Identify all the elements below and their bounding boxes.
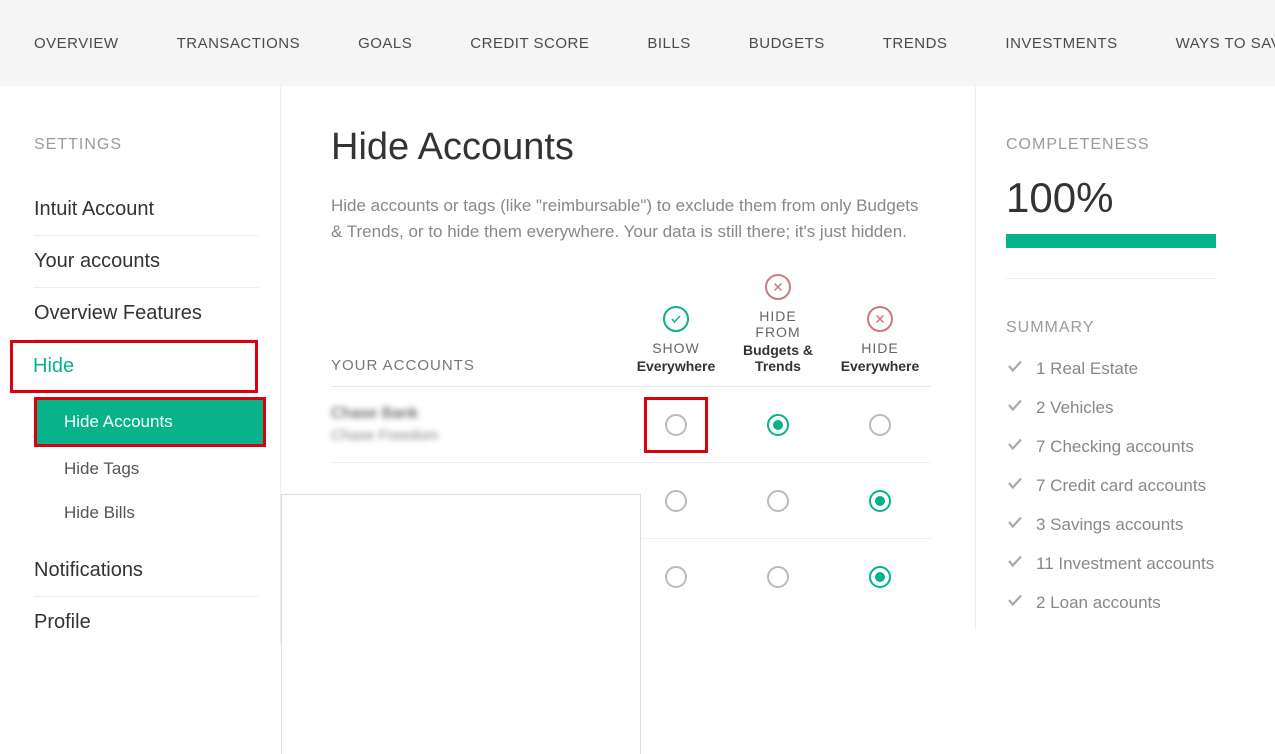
summary-item: 1 Real Estate [1006,357,1235,380]
summary-item: 2 Vehicles [1006,396,1235,419]
sidebar-item-hide[interactable]: Hide [33,355,245,378]
check-circle-icon [663,306,689,332]
completeness-percent: 100% [1006,174,1235,222]
summary-text: 11 Investment accounts [1036,554,1214,574]
radio-hide-everywhere[interactable] [869,566,891,588]
check-icon [1006,474,1024,497]
summary-text: 1 Real Estate [1036,359,1138,379]
page-title: Hide Accounts [331,126,935,169]
radio-cell-hidebt [727,566,829,588]
check-icon [1006,591,1024,614]
hide-submenu: Hide Accounts Hide Tags Hide Bills [34,397,280,535]
check-icon [1006,357,1024,380]
nav-ways-to-save[interactable]: WAYS TO SAVE [1176,35,1275,52]
nav-transactions[interactable]: TRANSACTIONS [177,35,301,52]
radio-cell-hideall [829,490,931,512]
x-circle-icon [765,274,791,300]
col-hideall-l2: Everywhere [829,358,931,374]
radio-hide-everywhere[interactable] [869,414,891,436]
nav-credit-score[interactable]: CREDIT SCORE [470,35,589,52]
table-header: YOUR ACCOUNTS SHOW Everywhere [331,274,931,387]
col-header-accounts: YOUR ACCOUNTS [331,357,625,374]
radio-show-everywhere[interactable] [665,490,687,512]
summary-list: 1 Real Estate 2 Vehicles 7 Checking acco… [1006,357,1235,614]
summary-item: 7 Checking accounts [1006,435,1235,458]
sidebar-item-notifications[interactable]: Notifications [34,545,259,597]
sidebar-item-profile[interactable]: Profile [34,597,259,648]
col-header-show: SHOW Everywhere [625,306,727,374]
radio-cell-hideall [829,414,931,436]
account-sub: Chase Freedom [331,427,625,444]
sidebar-item-hide-highlight: Hide [10,340,258,393]
nav-trends[interactable]: TRENDS [883,35,948,52]
col-header-hide-budgets: HIDE FROM Budgets & Trends [727,274,829,374]
nav-overview[interactable]: OVERVIEW [34,35,119,52]
table-row: Chase Bank Chase Freedom [331,387,931,463]
col-hidebt-l3: Budgets & Trends [727,342,829,374]
radio-show-everywhere[interactable] [665,566,687,588]
col-hideall-l1: HIDE [829,340,931,356]
summary-item: 11 Investment accounts [1006,552,1235,575]
col-show-l1: SHOW [625,340,727,356]
col-show-l2: Everywhere [625,358,727,374]
sidebar-heading: SETTINGS [34,136,280,154]
settings-sidebar: SETTINGS Intuit Account Your accounts Ov… [0,86,280,648]
radio-cell-hideall [829,566,931,588]
overlay-panel [281,494,641,754]
completeness-bar [1006,234,1216,248]
page-description: Hide accounts or tags (like "reimbursabl… [331,193,931,244]
radio-hide-everywhere[interactable] [869,490,891,512]
col-hidebt-l2: FROM [727,324,829,340]
right-panel: COMPLETENESS 100% SUMMARY 1 Real Estate … [975,86,1275,630]
main-content: Hide Accounts Hide accounts or tags (lik… [280,86,975,646]
sub-item-hide-accounts[interactable]: Hide Accounts [34,397,266,447]
x-circle-icon [867,306,893,332]
check-icon [1006,396,1024,419]
sidebar-item-intuit-account[interactable]: Intuit Account [34,184,259,236]
sub-item-hide-bills[interactable]: Hide Bills [34,491,266,535]
summary-item: 3 Savings accounts [1006,513,1235,536]
top-nav: OVERVIEW TRANSACTIONS GOALS CREDIT SCORE… [0,0,1275,86]
sub-item-hide-tags[interactable]: Hide Tags [34,447,266,491]
radio-highlight [644,397,708,453]
summary-item: 2 Loan accounts [1006,591,1235,614]
divider [1006,278,1216,279]
check-icon [1006,513,1024,536]
sidebar-item-your-accounts[interactable]: Your accounts [34,236,259,288]
radio-cell-show [625,397,727,453]
sidebar-item-overview-features[interactable]: Overview Features [34,288,259,340]
summary-item: 7 Credit card accounts [1006,474,1235,497]
summary-text: 3 Savings accounts [1036,515,1183,535]
radio-hide-budgets-trends[interactable] [767,566,789,588]
nav-goals[interactable]: GOALS [358,35,412,52]
nav-investments[interactable]: INVESTMENTS [1005,35,1117,52]
nav-budgets[interactable]: BUDGETS [749,35,825,52]
completeness-heading: COMPLETENESS [1006,136,1235,154]
account-bank: Chase Bank [331,405,625,423]
check-icon [1006,435,1024,458]
summary-heading: SUMMARY [1006,319,1235,337]
radio-hide-budgets-trends[interactable] [767,490,789,512]
col-header-hide-everywhere: HIDE Everywhere [829,306,931,374]
col-hidebt-l1: HIDE [727,308,829,324]
radio-cell-hidebt [727,414,829,436]
summary-text: 7 Credit card accounts [1036,476,1206,496]
radio-hide-budgets-trends[interactable] [767,414,789,436]
account-name-cell: Chase Bank Chase Freedom [331,391,625,458]
summary-text: 2 Loan accounts [1036,593,1161,613]
summary-text: 2 Vehicles [1036,398,1114,418]
summary-text: 7 Checking accounts [1036,437,1194,457]
radio-cell-hidebt [727,490,829,512]
nav-bills[interactable]: BILLS [647,35,690,52]
check-icon [1006,552,1024,575]
radio-show-everywhere[interactable] [665,414,687,436]
